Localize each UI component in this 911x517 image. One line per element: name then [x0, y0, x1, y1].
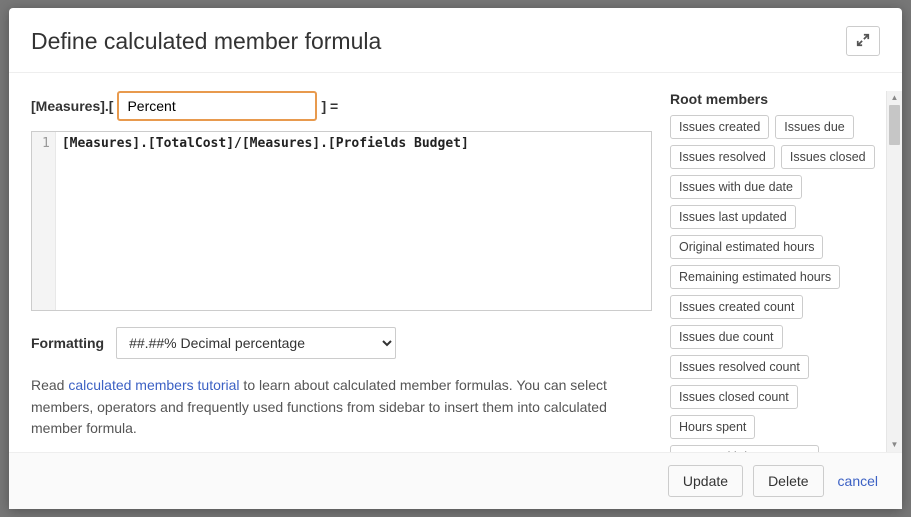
formula-editor[interactable]: 1 [Measures].[TotalCost]/[Measures].[Pro… [31, 131, 652, 311]
sidebar-column: Root members Issues createdIssues dueIss… [670, 73, 902, 452]
cancel-button[interactable]: cancel [834, 466, 882, 496]
editor-gutter: 1 [32, 132, 56, 310]
editor-column: [Measures].[ ] = 1 [Measures].[TotalCost… [9, 73, 670, 452]
measure-name-input[interactable] [117, 91, 317, 121]
root-member-chip[interactable]: Issues closed count [670, 385, 798, 409]
root-members-list: Issues createdIssues dueIssues resolvedI… [670, 115, 882, 452]
dialog-footer: Update Delete cancel [9, 452, 902, 509]
delete-button[interactable]: Delete [753, 465, 823, 497]
root-members-title: Root members [670, 91, 882, 107]
expand-icon [856, 33, 870, 50]
root-member-chip[interactable]: Remaining estimated hours [670, 265, 840, 289]
root-member-chip[interactable]: Issues created [670, 115, 769, 139]
measure-name-row: [Measures].[ ] = [31, 91, 652, 121]
root-member-chip[interactable]: Issues due count [670, 325, 783, 349]
formatting-select[interactable]: ##.##% Decimal percentage [116, 327, 396, 359]
root-member-chip[interactable]: Hours spent [670, 415, 755, 439]
root-member-chip[interactable]: Issues last updated [670, 205, 796, 229]
scroll-thumb[interactable] [889, 105, 900, 145]
tutorial-link[interactable]: calculated members tutorial [68, 377, 239, 393]
root-member-chip[interactable]: Issues created count [670, 295, 803, 319]
expand-button[interactable] [846, 26, 880, 56]
root-members-panel: Root members Issues createdIssues dueIss… [670, 91, 882, 452]
formatting-row: Formatting ##.##% Decimal percentage [31, 327, 652, 359]
measure-prefix: [Measures].[ [31, 98, 113, 114]
dialog-body: [Measures].[ ] = 1 [Measures].[TotalCost… [9, 73, 902, 452]
update-button[interactable]: Update [668, 465, 743, 497]
dialog-title: Define calculated member formula [31, 28, 381, 55]
dialog-header: Define calculated member formula [9, 8, 902, 73]
root-member-chip[interactable]: Issues due [775, 115, 853, 139]
calculated-member-dialog: Define calculated member formula [Measur… [9, 8, 902, 509]
formula-code[interactable]: [Measures].[TotalCost]/[Measures].[Profi… [56, 132, 651, 310]
hint-text: Read calculated members tutorial to lear… [31, 375, 652, 440]
sidebar-scrollbar[interactable] [886, 91, 902, 452]
root-member-chip[interactable]: Issues with due date [670, 175, 802, 199]
root-member-chip[interactable]: Issues resolved count [670, 355, 809, 379]
root-member-chip[interactable]: Issues closed [781, 145, 875, 169]
formatting-label: Formatting [31, 335, 104, 351]
line-number: 1 [42, 135, 50, 154]
measure-suffix: ] = [321, 98, 338, 114]
hint-before: Read [31, 377, 68, 393]
root-member-chip[interactable]: Issues with hours spent [670, 445, 819, 452]
root-member-chip[interactable]: Original estimated hours [670, 235, 823, 259]
root-member-chip[interactable]: Issues resolved [670, 145, 775, 169]
